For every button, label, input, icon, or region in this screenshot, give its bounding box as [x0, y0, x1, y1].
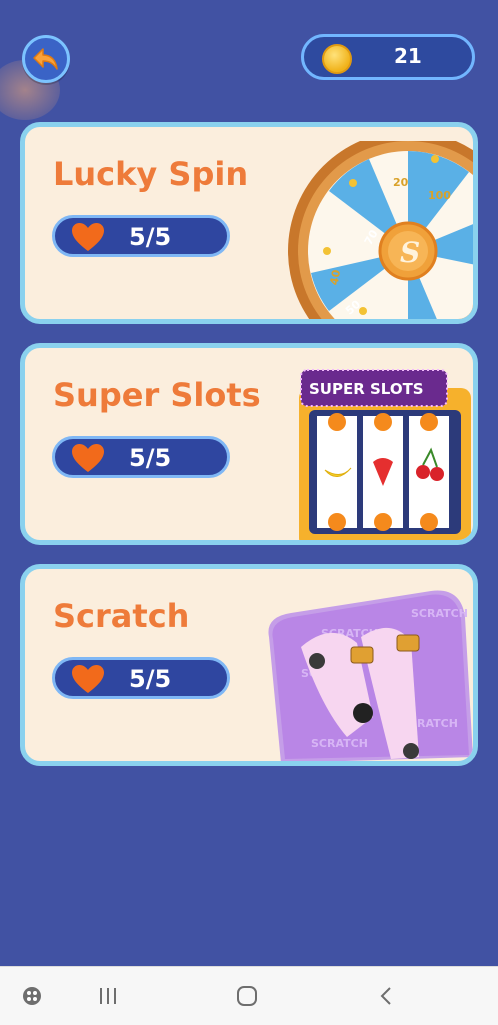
heart-icon: [72, 223, 104, 251]
wheel-number: 40: [328, 268, 344, 286]
assistant-icon[interactable]: [22, 986, 42, 1006]
lives-text: 5/5: [129, 665, 172, 693]
wheel-number: 100: [428, 189, 451, 202]
back-button[interactable]: [22, 35, 70, 83]
lucky-spin-wheel-image: 20 100 5 70 40 50 10 S: [288, 141, 478, 319]
scratch-pattern-text: SCRATCH: [411, 607, 468, 620]
card-title: Lucky Spin: [53, 155, 249, 193]
coin-icon: [322, 44, 352, 74]
card-title: Super Slots: [53, 376, 261, 414]
heart-icon: [72, 444, 104, 472]
nav-back-icon[interactable]: [378, 986, 394, 1006]
game-card-scratch[interactable]: Scratch 5/5 SCRATCH SCRATCH SCRATCH SCRA…: [20, 564, 478, 766]
lives-text: 5/5: [129, 223, 172, 251]
system-navigation-bar: [0, 966, 498, 1025]
lives-counter: 5/5: [52, 657, 230, 699]
coin-count: 21: [394, 44, 422, 68]
lives-counter: 5/5: [52, 436, 230, 478]
game-card-super-slots[interactable]: Super Slots 5/5 SUPER SLOTS: [20, 343, 478, 545]
coin-balance: 21: [301, 34, 475, 80]
lives-counter: 5/5: [52, 215, 230, 257]
card-title: Scratch: [53, 597, 190, 635]
home-icon[interactable]: [236, 986, 258, 1006]
slots-banner-text: SUPER SLOTS: [309, 380, 424, 398]
recents-icon[interactable]: [98, 987, 118, 1005]
super-slots-machine-image: SUPER SLOTS: [299, 369, 471, 540]
wheel-number: 20: [393, 176, 409, 189]
back-arrow-icon: [33, 48, 58, 70]
lives-text: 5/5: [129, 444, 172, 472]
heart-icon: [72, 665, 104, 693]
wheel-number: 5: [475, 211, 478, 224]
game-card-lucky-spin[interactable]: Lucky Spin 5/5 20 100 5 70 40 50 10 S: [20, 122, 478, 324]
scratch-pattern-text: SCRATCH: [311, 737, 368, 750]
svg-text:S: S: [400, 236, 420, 269]
scratch-card-image: SCRATCH SCRATCH SCRATCH SCRATCH SCRATCH: [268, 590, 473, 761]
